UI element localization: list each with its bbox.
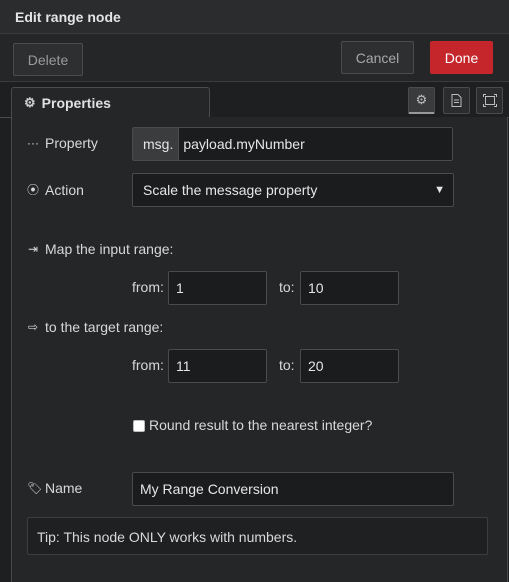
property-input[interactable]: msg. payload.myNumber (132, 127, 453, 161)
tab-properties[interactable]: ⚙ Properties (11, 87, 210, 119)
gear-icon: ⚙ (415, 92, 428, 107)
dialog-title: Edit range node (0, 0, 509, 34)
frame-icon (482, 94, 497, 107)
input-range-label: Map the input range: (45, 241, 174, 257)
target-from-field[interactable]: 11 (168, 349, 267, 383)
tab-properties-label: Properties (41, 95, 111, 111)
radio-target-icon: ⦿ (27, 183, 40, 197)
action-label: Action (45, 181, 84, 198)
tab-description[interactable] (443, 87, 470, 114)
delete-button[interactable]: Delete (13, 43, 83, 76)
action-label-row: ⦿ Action (27, 181, 84, 198)
round-checkbox[interactable] (133, 420, 145, 432)
name-input[interactable]: My Range Conversion (132, 472, 454, 506)
done-button[interactable]: Done (430, 41, 493, 74)
sign-in-icon: ⇥ (27, 242, 39, 256)
target-to-field[interactable]: 20 (300, 349, 399, 383)
input-to-label: to: (279, 279, 295, 295)
sign-out-icon: ⇨ (27, 320, 39, 334)
chevron-down-icon: ▼ (434, 184, 445, 196)
input-range-label-row: ⇥ Map the input range: (27, 241, 173, 257)
document-icon (451, 94, 462, 107)
property-label-row: ··· Property (27, 135, 98, 151)
round-label: Round result to the nearest integer? (149, 417, 373, 433)
cancel-button[interactable]: Cancel (341, 41, 414, 74)
tab-appearance[interactable] (476, 87, 503, 114)
input-from-field[interactable]: 1 (168, 271, 267, 305)
property-value: payload.myNumber (183, 136, 305, 152)
name-label: Name (45, 480, 83, 496)
gear-icon: ⚙ (24, 95, 36, 110)
target-to-label: to: (279, 357, 295, 373)
dialog-toolbar: Delete Cancel Done (0, 34, 509, 82)
msg-type-selector[interactable]: msg. (133, 128, 180, 160)
action-selected-value: Scale the message property (143, 182, 318, 198)
property-label: Property (45, 135, 98, 151)
properties-panel: ··· Property msg. payload.myNumber ⦿ Act… (11, 117, 508, 582)
input-from-label: from: (132, 279, 164, 295)
action-select[interactable]: Scale the message property ▼ (132, 173, 454, 207)
target-range-label: to the target range: (45, 319, 164, 335)
input-to-field[interactable]: 10 (300, 271, 399, 305)
tab-settings-gear[interactable]: ⚙ (408, 87, 435, 114)
tip-box: Tip: This node ONLY works with numbers. (27, 517, 488, 555)
tab-bar: ⚙ Properties ⚙ (0, 82, 509, 119)
target-range-label-row: ⇨ to the target range: (27, 319, 163, 335)
tag-icon: 🏷 (27, 481, 43, 495)
ellipsis-icon: ··· (27, 136, 39, 150)
target-from-label: from: (132, 357, 164, 373)
name-label-row: 🏷 Name (27, 480, 82, 496)
